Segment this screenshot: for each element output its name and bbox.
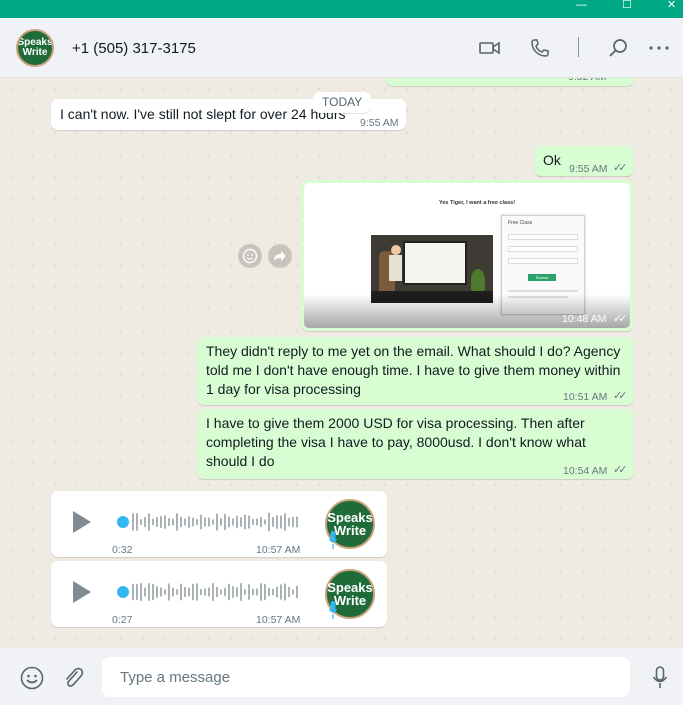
message-bubble-outgoing[interactable]: They didn't reply to me yet on the email… — [197, 337, 634, 405]
header-divider — [578, 37, 579, 57]
mic-icon — [329, 531, 337, 549]
video-thumbnail[interactable]: Yes Tiger, I want a free class! Free Cla… — [304, 183, 630, 328]
chat-header: Speaks Write +1 (505) 317-3175 — [0, 18, 683, 78]
message-time: 10:48 AM — [562, 313, 607, 325]
message-time: 10:51 AM — [563, 391, 608, 403]
date-divider: TODAY — [313, 92, 372, 113]
message-time: 10:57 AM — [256, 614, 301, 626]
forward-icon[interactable] — [268, 244, 292, 268]
message-time: 9:55 AM — [360, 117, 399, 129]
avatar-logo-text: Speaks Write — [17, 37, 53, 58]
read-receipt-icon: ✓✓ — [613, 313, 628, 325]
maximize-button[interactable]: ☐ — [622, 0, 632, 12]
contact-name[interactable]: +1 (505) 317-3175 — [72, 40, 196, 57]
mic-icon — [329, 601, 337, 619]
message-time: 10:54 AM — [563, 465, 608, 477]
emoji-react-icon[interactable] — [238, 244, 262, 268]
attach-icon[interactable] — [62, 666, 84, 690]
voice-message[interactable]: 0:32 10:57 AM Speaks Write — [51, 491, 387, 557]
emoji-icon[interactable] — [20, 666, 44, 690]
video-call-icon[interactable] — [479, 38, 501, 58]
search-icon[interactable] — [608, 38, 630, 58]
message-time: 9:52 AM — [568, 78, 607, 87]
play-icon[interactable] — [73, 581, 91, 603]
mic-icon[interactable] — [652, 666, 668, 690]
message-text: Ok — [543, 152, 561, 168]
form-title: Free Class — [508, 220, 533, 226]
message-bubble-outgoing[interactable]: I have to give them 2000 USD for visa pr… — [197, 409, 634, 479]
form-submit: Submit — [528, 274, 556, 281]
read-receipt-icon: ✓✓ — [613, 464, 628, 476]
playback-position-handle[interactable] — [117, 516, 129, 528]
message-text: I can't now. I've still not slept for ov… — [60, 106, 346, 122]
message-text: I have to give them 2000 USD for visa pr… — [206, 415, 586, 469]
audio-waveform[interactable] — [131, 512, 301, 532]
close-button[interactable]: ✕ — [667, 0, 676, 12]
message-list[interactable]: 9:52 AM I can't now. I've still not slep… — [0, 78, 683, 648]
message-time: 9:55 AM — [569, 163, 608, 175]
audio-waveform[interactable] — [131, 582, 301, 602]
minimize-button[interactable]: — — [576, 0, 587, 12]
message-time: 10:57 AM — [256, 544, 301, 556]
message-bubble-partial[interactable]: 9:52 AM — [386, 78, 634, 86]
voice-duration: 0:32 — [112, 544, 133, 556]
message-input[interactable] — [102, 657, 630, 697]
video-scene — [371, 235, 493, 303]
voice-message[interactable]: 0:27 10:57 AM Speaks Write — [51, 561, 387, 627]
contact-avatar[interactable]: Speaks Write — [16, 29, 54, 67]
voice-duration: 0:27 — [112, 614, 133, 626]
compose-bar — [0, 648, 683, 705]
chevron-down-icon[interactable] — [612, 189, 626, 199]
message-bubble-outgoing[interactable]: Ok 9:55 AM ✓✓ — [534, 146, 634, 176]
window-title-bar: — ☐ ✕ — [0, 0, 683, 18]
playback-position-handle[interactable] — [117, 586, 129, 598]
video-headline: Yes Tiger, I want a free class! — [439, 200, 516, 206]
read-receipt-icon: ✓✓ — [613, 390, 628, 402]
menu-icon[interactable] — [648, 38, 670, 58]
message-bubble-video[interactable]: Yes Tiger, I want a free class! Free Cla… — [301, 180, 633, 331]
play-icon[interactable] — [73, 511, 91, 533]
voice-call-icon[interactable] — [529, 38, 551, 58]
read-receipt-icon: ✓✓ — [613, 162, 628, 174]
